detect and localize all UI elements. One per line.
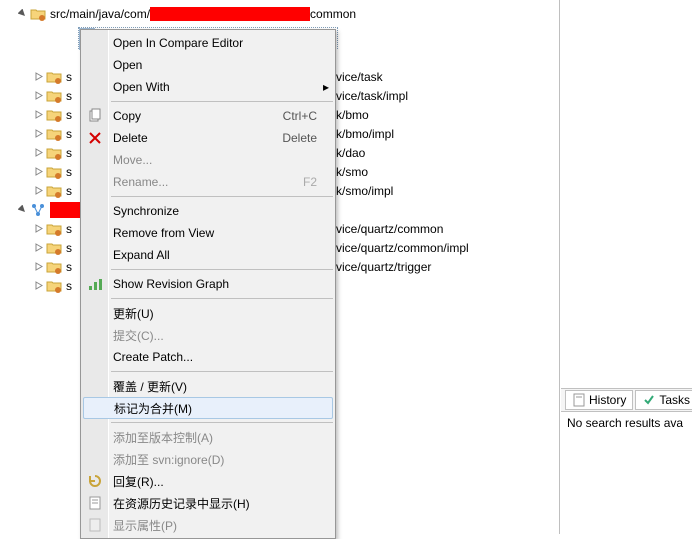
path-stub: s bbox=[66, 279, 72, 293]
tab-history[interactable]: History bbox=[565, 390, 633, 410]
package-folder-icon bbox=[46, 240, 62, 256]
menu-show-props: 显示属性(P) bbox=[81, 514, 335, 536]
path-suffix: k/smo/impl bbox=[336, 184, 393, 198]
path-suffix: k/smo bbox=[336, 165, 368, 179]
menu-synchronize[interactable]: Synchronize bbox=[81, 200, 335, 222]
menu-open[interactable]: Open bbox=[81, 54, 335, 76]
delete-icon bbox=[87, 130, 103, 146]
menu-open-with[interactable]: Open With▸ bbox=[81, 76, 335, 98]
package-folder-icon bbox=[46, 221, 62, 237]
menu-delete[interactable]: DeleteDelete bbox=[81, 127, 335, 149]
search-results-text: No search results ava bbox=[567, 416, 692, 430]
path-stub: s bbox=[66, 165, 72, 179]
branch-icon bbox=[30, 202, 46, 218]
menu-revert[interactable]: 回复(R)... bbox=[81, 470, 335, 492]
menu-show-graph[interactable]: Show Revision Graph bbox=[81, 273, 335, 295]
path-suffix: k/dao bbox=[336, 146, 365, 160]
expand-icon[interactable] bbox=[30, 278, 46, 294]
menu-remove-view[interactable]: Remove from View bbox=[81, 222, 335, 244]
expand-icon[interactable] bbox=[30, 164, 46, 180]
package-folder-icon bbox=[46, 278, 62, 294]
package-folder-icon bbox=[46, 145, 62, 161]
expand-icon[interactable] bbox=[30, 183, 46, 199]
menu-move: Move... bbox=[81, 149, 335, 171]
history-tab-icon bbox=[572, 393, 586, 407]
package-folder-icon bbox=[46, 88, 62, 104]
bottom-tabs: History Tasks bbox=[561, 388, 692, 412]
revert-icon bbox=[87, 473, 103, 489]
package-folder-icon bbox=[46, 164, 62, 180]
expand-icon[interactable] bbox=[30, 240, 46, 256]
package-folder-icon bbox=[46, 107, 62, 123]
expand-icon[interactable] bbox=[30, 107, 46, 123]
path-stub: s bbox=[66, 222, 72, 236]
menu-add-ignore: 添加至 svn:ignore(D) bbox=[81, 448, 335, 470]
menu-create-patch[interactable]: Create Patch... bbox=[81, 346, 335, 368]
path-stub: s bbox=[66, 70, 72, 84]
expand-icon[interactable] bbox=[30, 221, 46, 237]
menu-rename: Rename...F2 bbox=[81, 171, 335, 193]
tab-tasks[interactable]: Tasks bbox=[635, 390, 692, 410]
menu-show-history[interactable]: 在资源历史记录中显示(H) bbox=[81, 492, 335, 514]
collapse-icon[interactable] bbox=[14, 6, 30, 22]
path-stub: s bbox=[66, 146, 72, 160]
expand-icon[interactable] bbox=[30, 126, 46, 142]
package-folder-icon bbox=[46, 126, 62, 142]
path-stub: s bbox=[66, 127, 72, 141]
path-suffix: vice/quartz/common bbox=[336, 222, 443, 236]
path-suffix: vice/quartz/common/impl bbox=[336, 241, 469, 255]
copy-icon bbox=[87, 108, 103, 124]
props-icon bbox=[87, 517, 103, 533]
context-menu: Open In Compare Editor Open Open With▸ C… bbox=[80, 29, 336, 539]
path-suffix: common bbox=[310, 7, 356, 21]
expand-icon[interactable] bbox=[30, 88, 46, 104]
package-folder-icon bbox=[46, 69, 62, 85]
path-stub: s bbox=[66, 89, 72, 103]
menu-expand-all[interactable]: Expand All bbox=[81, 244, 335, 266]
history-icon bbox=[87, 495, 103, 511]
tasks-tab-icon bbox=[642, 393, 656, 407]
path-suffix: k/bmo bbox=[336, 108, 369, 122]
path-stub: s bbox=[66, 241, 72, 255]
menu-update[interactable]: 更新(U) bbox=[81, 302, 335, 324]
menu-commit: 提交(C)... bbox=[81, 324, 335, 346]
path-suffix: vice/quartz/trigger bbox=[336, 260, 431, 274]
submenu-arrow-icon: ▸ bbox=[323, 80, 329, 94]
expand-icon[interactable] bbox=[30, 69, 46, 85]
tree-row[interactable]: src/main/java/com/ common bbox=[0, 4, 559, 23]
package-folder-icon bbox=[46, 183, 62, 199]
path-stub: s bbox=[66, 260, 72, 274]
graph-icon bbox=[87, 276, 103, 292]
menu-copy[interactable]: CopyCtrl+C bbox=[81, 105, 335, 127]
expand-icon[interactable] bbox=[30, 145, 46, 161]
path-suffix: vice/task bbox=[336, 70, 383, 84]
package-folder-icon bbox=[46, 259, 62, 275]
menu-mark-merged[interactable]: 标记为合并(M) bbox=[83, 397, 333, 419]
collapse-icon[interactable] bbox=[14, 202, 30, 218]
menu-add-vc: 添加至版本控制(A) bbox=[81, 426, 335, 448]
path-suffix: k/bmo/impl bbox=[336, 127, 394, 141]
path-stub: s bbox=[66, 108, 72, 122]
path-prefix: src/main/java/com/ bbox=[50, 7, 150, 21]
path-suffix: vice/task/impl bbox=[336, 89, 408, 103]
expand-icon[interactable] bbox=[30, 259, 46, 275]
path-stub: s bbox=[66, 184, 72, 198]
package-folder-icon bbox=[30, 6, 46, 22]
redacted-bar bbox=[150, 7, 310, 21]
menu-override-update[interactable]: 覆盖 / 更新(V) bbox=[81, 375, 335, 397]
menu-open-compare[interactable]: Open In Compare Editor bbox=[81, 32, 335, 54]
